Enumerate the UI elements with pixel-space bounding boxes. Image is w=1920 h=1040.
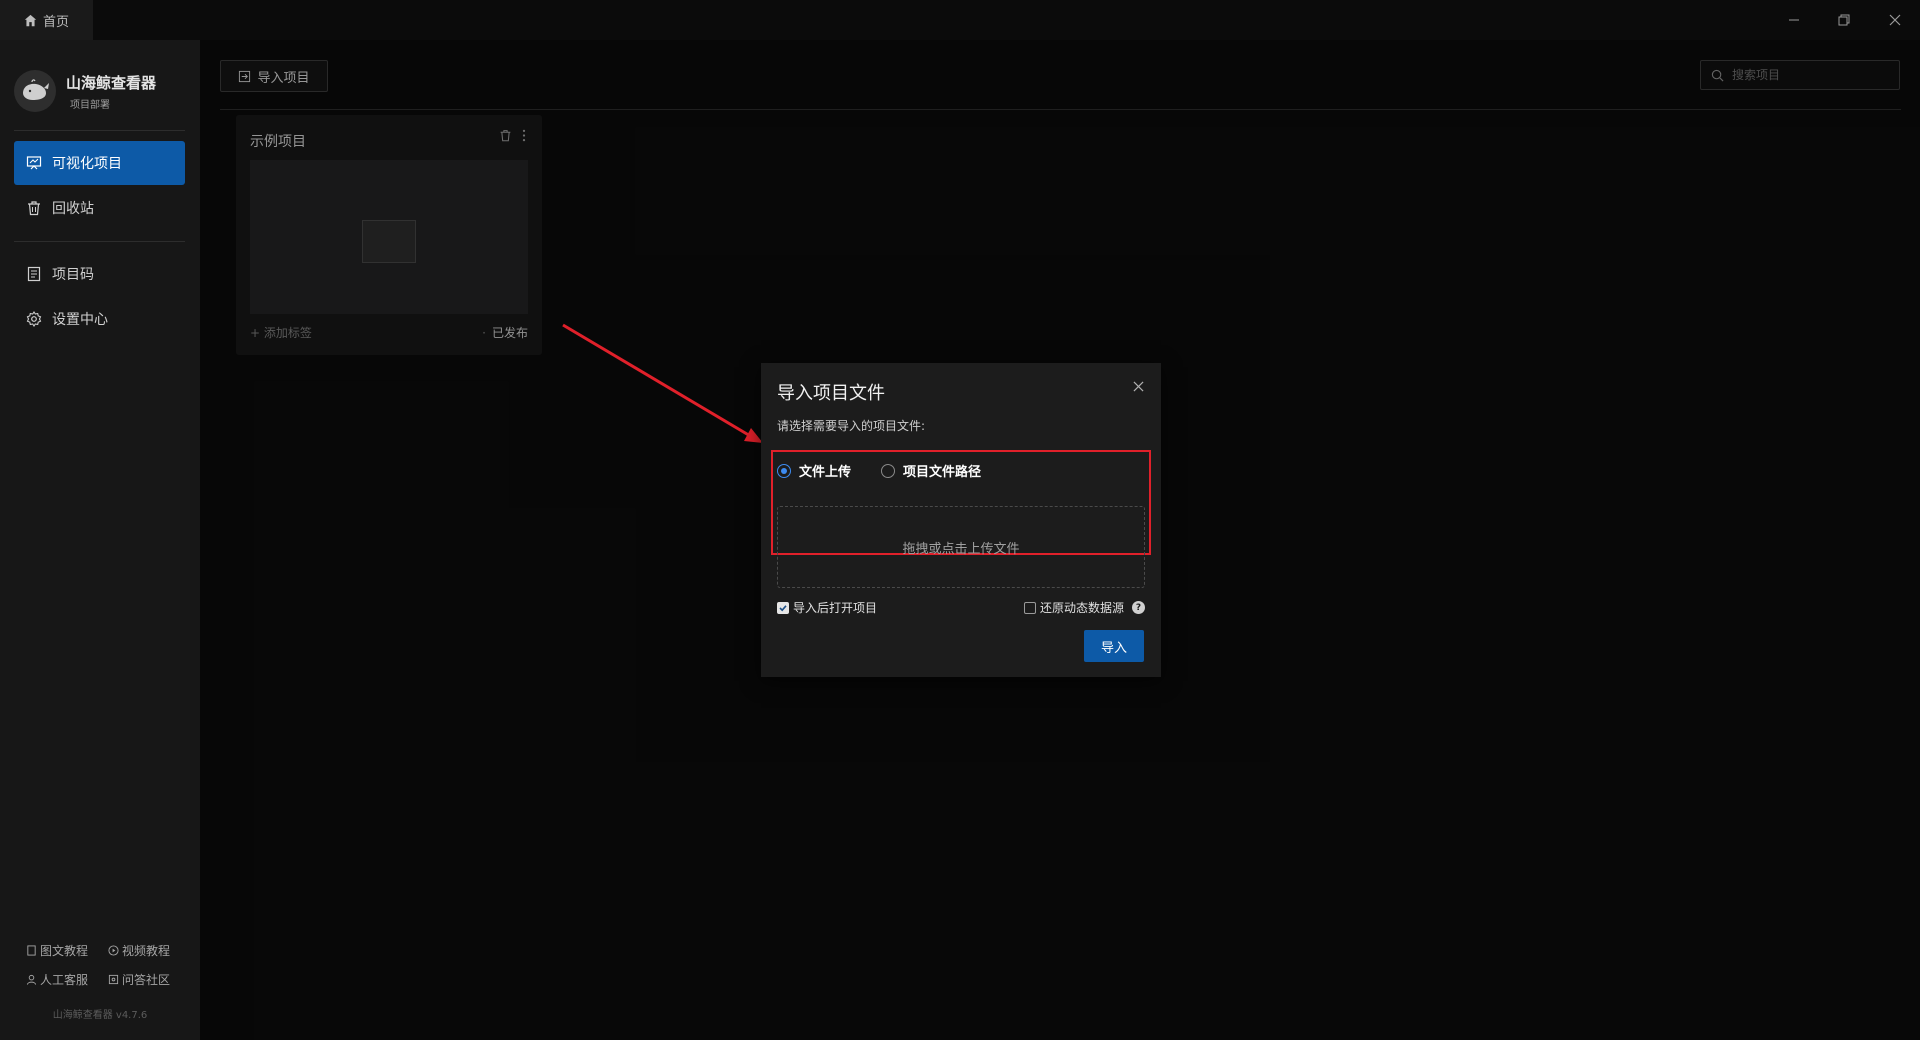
restore-icon [1838,14,1850,26]
checkbox-label: 还原动态数据源 [1039,601,1124,615]
close-window-button[interactable] [1880,8,1910,32]
import-options: 导入后打开项目 还原动态数据源 ? [777,599,1145,616]
restore-datasource-checkbox[interactable]: 还原动态数据源 ? [1023,599,1145,616]
play-icon [108,945,119,956]
radio-label: 文件上传 [799,465,852,480]
help-icon[interactable]: ? [1132,601,1145,614]
tab-home[interactable]: 首页 [0,0,93,40]
document-icon [26,266,42,282]
sidebar-item-visual-projects[interactable]: 可视化项目 [14,141,185,185]
dialog-close-button[interactable] [1129,377,1147,395]
brand: 山海鲸查看器 项目部署 [14,70,156,112]
restore-button[interactable] [1829,8,1859,32]
sidebar-item-project-code[interactable]: 项目码 [14,252,185,296]
sidebar-item-label: 设置中心 [52,312,108,328]
title-bar: 首页 [0,0,1920,40]
sidebar-item-label: 可视化项目 [52,156,122,172]
sidebar-divider [14,130,185,131]
minimize-icon [1788,14,1800,26]
whale-logo-icon [14,70,56,112]
checkbox-unchecked-icon [1023,601,1036,614]
customer-service-link-label: 人工客服 [40,973,89,987]
close-icon [1132,380,1144,392]
sidebar-item-settings[interactable]: 设置中心 [14,297,185,341]
sidebar-divider [14,241,185,242]
home-icon [24,14,37,27]
sidebar-item-label: 回收站 [52,201,94,217]
minimize-button[interactable] [1779,8,1809,32]
sidebar: 山海鲸查看器 项目部署 可视化项目 回收站 项目码 设置中心 图文教程 视频教程… [0,40,200,1040]
import-confirm-button[interactable]: 导入 [1084,630,1144,662]
trash-icon [26,200,42,216]
radio-label: 项目文件路径 [903,465,982,480]
community-link-label: 问答社区 [122,973,171,987]
sidebar-item-label: 项目码 [52,267,94,283]
file-dropzone[interactable]: 拖拽或点击上传文件 [777,506,1145,588]
app-name: 山海鲸查看器 [66,73,157,92]
gear-icon [26,311,42,327]
video-tutorial-link[interactable]: 视频教程 [108,942,190,959]
radio-file-upload[interactable]: 文件上传 [777,461,851,480]
dialog-description: 请选择需要导入的项目文件: [777,419,926,433]
open-after-import-checkbox[interactable]: 导入后打开项目 [777,599,877,616]
tutorial-link[interactable]: 图文教程 [26,942,108,959]
home-tab-label: 首页 [43,14,70,30]
checkbox-label: 导入后打开项目 [793,601,878,615]
import-dialog: 导入项目文件 请选择需要导入的项目文件: 文件上传 项目文件路径 拖拽或点击上传… [761,363,1161,677]
radio-selected-icon [777,463,791,478]
user-icon [26,974,37,985]
book-icon [26,945,37,956]
close-icon [1889,14,1901,26]
version-label: 山海鲸查看器 v4.7.6 [52,1010,148,1021]
radio-file-path[interactable]: 项目文件路径 [881,461,981,480]
customer-service-link[interactable]: 人工客服 [26,971,108,988]
tutorial-link-label: 图文教程 [40,944,89,958]
radio-unselected-icon [881,463,896,478]
community-icon [108,974,119,985]
video-tutorial-link-label: 视频教程 [122,944,171,958]
presentation-icon [26,155,42,171]
help-links: 图文教程 视频教程 人工客服 问答社区 [26,942,190,988]
community-link[interactable]: 问答社区 [108,971,190,988]
dialog-title: 导入项目文件 [777,383,885,404]
checkbox-checked-icon [777,601,789,614]
sidebar-item-recycle-bin[interactable]: 回收站 [14,186,185,230]
upload-method-radio-group: 文件上传 项目文件路径 [777,461,981,480]
app-subtitle: 项目部署 [70,99,110,111]
